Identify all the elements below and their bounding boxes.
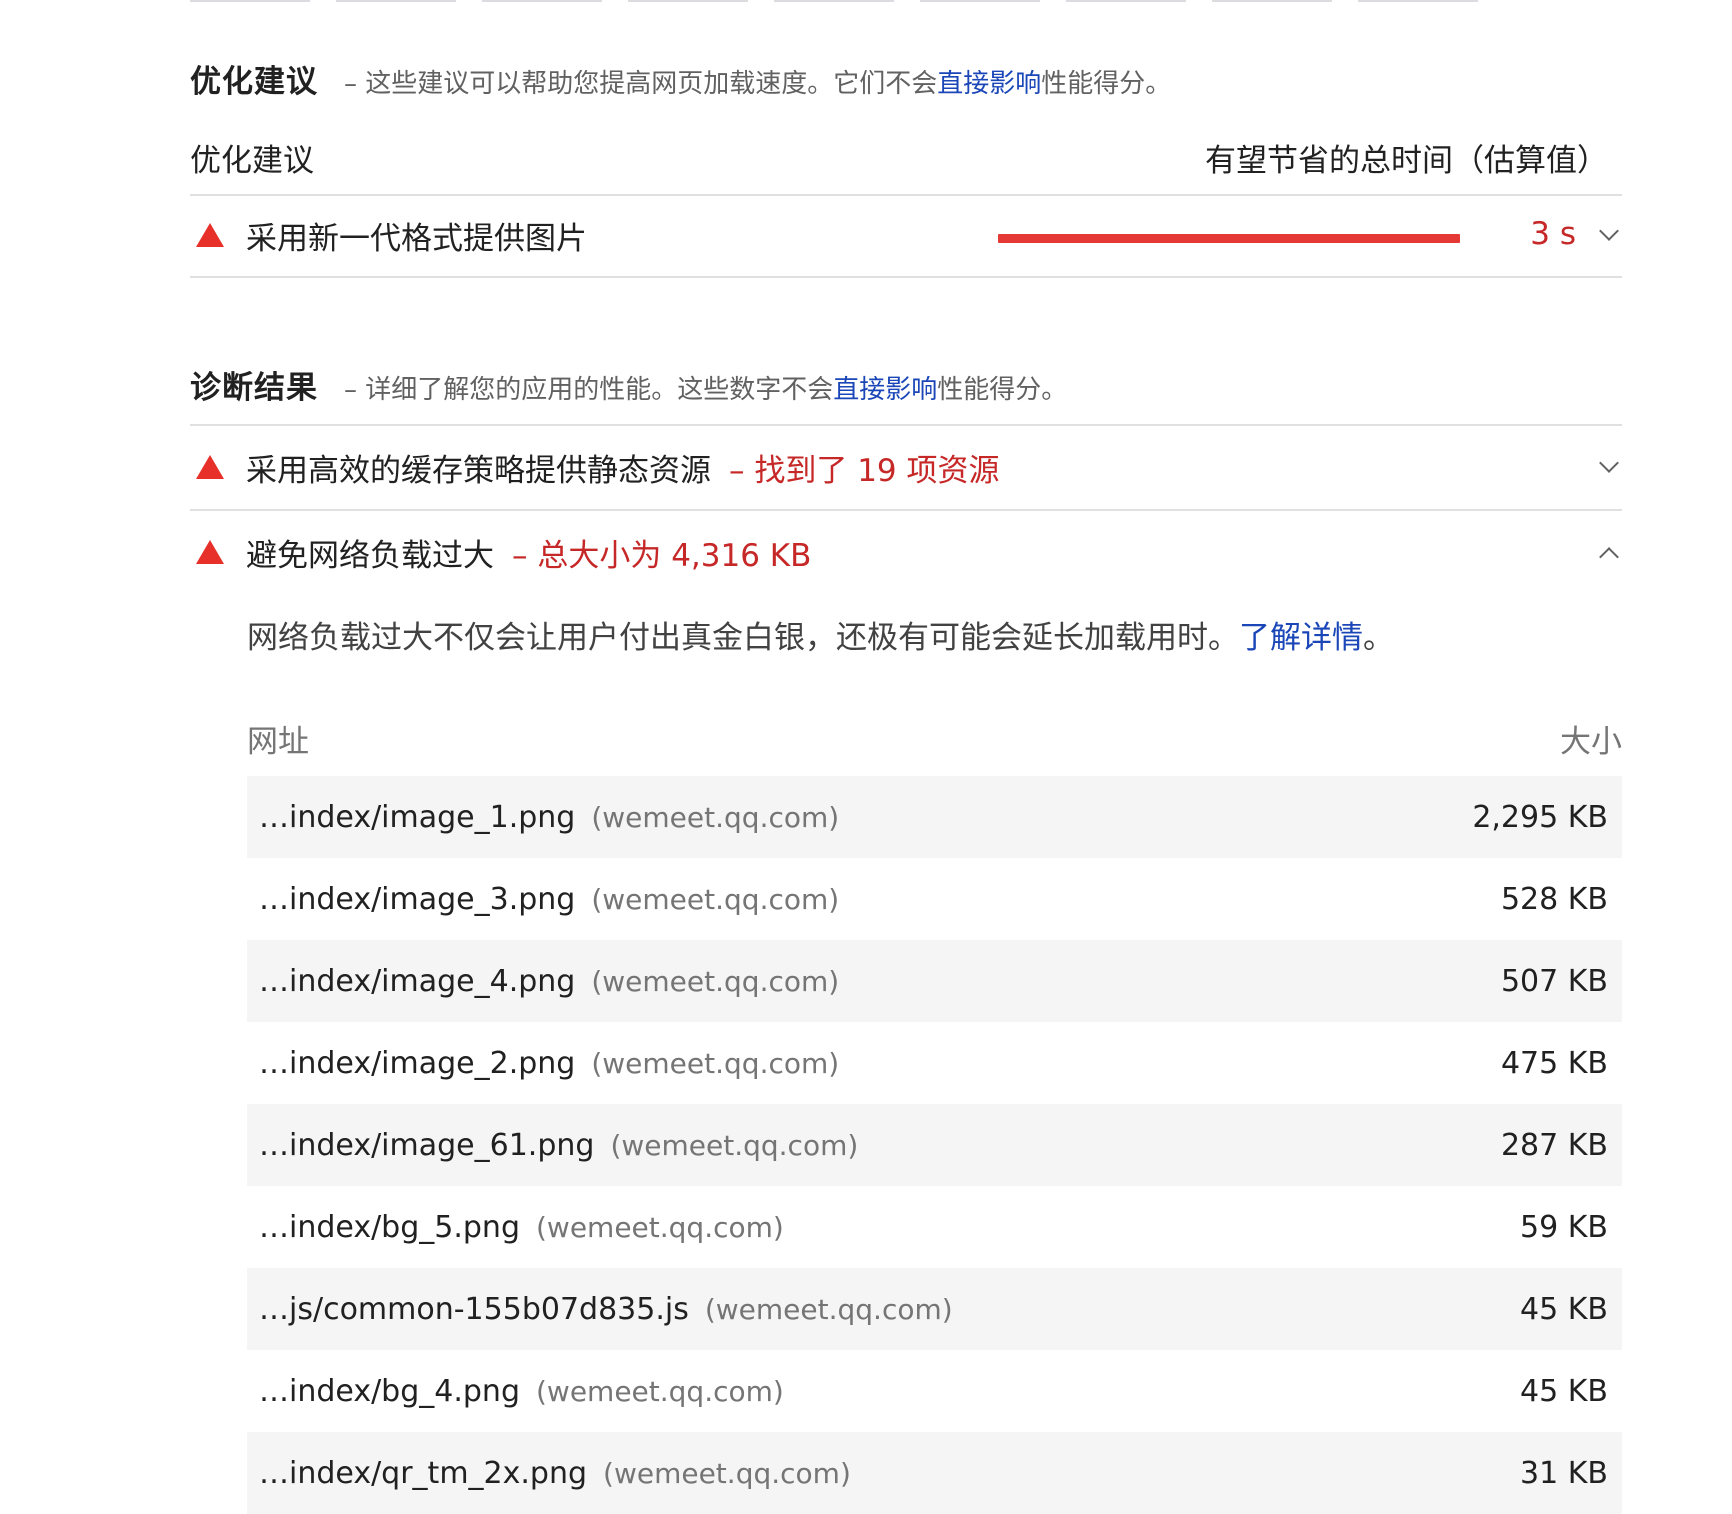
metric-tab[interactable] bbox=[1212, 0, 1332, 2]
audit-description-suffix: 。 bbox=[1363, 620, 1394, 656]
resource-size: 45 KB bbox=[1520, 1373, 1608, 1409]
size-column-header: 大小 bbox=[1560, 724, 1622, 760]
audit-display-value: – 找到了 19 项资源 bbox=[729, 452, 1000, 489]
resource-url[interactable]: …index/bg_4.png bbox=[259, 1374, 520, 1409]
warning-triangle-icon bbox=[196, 455, 224, 479]
table-row: …index/bg_4.png (wemeet.qq.com) 45 KB bbox=[247, 1350, 1622, 1432]
resource-table: …index/image_1.png (wemeet.qq.com) 2,295 … bbox=[247, 776, 1622, 1514]
opportunities-title: 优化建议 bbox=[190, 64, 318, 100]
resource-size: 287 KB bbox=[1500, 1127, 1608, 1163]
divider bbox=[190, 424, 1622, 426]
diagnostics-description: – 详细了解您的应用的性能。这些数字不会直接影响性能得分。 bbox=[344, 369, 1067, 406]
resource-url[interactable]: …index/image_1.png bbox=[259, 800, 575, 835]
table-row: …index/image_4.png (wemeet.qq.com) 507 KB bbox=[247, 940, 1622, 1022]
audit-row-next-gen-images[interactable]: 采用新一代格式提供图片 3 s bbox=[190, 195, 1622, 275]
table-row: …index/image_3.png (wemeet.qq.com) 528 KB bbox=[247, 858, 1622, 940]
metric-tab[interactable] bbox=[1358, 0, 1478, 2]
resource-url[interactable]: …index/bg_5.png bbox=[259, 1210, 520, 1245]
divider bbox=[190, 509, 1622, 511]
table-row: …index/image_1.png (wemeet.qq.com) 2,295 … bbox=[247, 776, 1622, 858]
chevron-down-icon[interactable] bbox=[1599, 453, 1619, 473]
resource-host: (wemeet.qq.com) bbox=[603, 1456, 851, 1490]
resource-url[interactable]: …index/image_61.png bbox=[259, 1128, 594, 1163]
audit-title: 采用高效的缓存策略提供静态资源 bbox=[246, 452, 711, 489]
resource-size: 475 KB bbox=[1500, 1045, 1608, 1081]
savings-bar bbox=[998, 234, 1460, 243]
table-row: …js/common-155b07d835.js (wemeet.qq.com) … bbox=[247, 1268, 1622, 1350]
table-row: …index/image_61.png (wemeet.qq.com) 287 K… bbox=[247, 1104, 1622, 1186]
resource-url[interactable]: …index/image_3.png bbox=[259, 882, 575, 917]
diagnostics-desc-prefix: – 详细了解您的应用的性能。这些数字不会 bbox=[344, 375, 834, 405]
opportunity-column-label: 优化建议 bbox=[190, 143, 314, 179]
warning-triangle-icon bbox=[196, 540, 224, 564]
resource-host: (wemeet.qq.com) bbox=[591, 800, 840, 834]
metric-tab-strip bbox=[190, 0, 1622, 3]
audit-row-network-payload[interactable]: 避免网络负载过大 – 总大小为 4,316 KB bbox=[190, 512, 1622, 592]
resource-url[interactable]: …js/common-155b07d835.js bbox=[259, 1292, 689, 1327]
diagnostics-desc-suffix: 性能得分。 bbox=[937, 375, 1068, 405]
opportunities-description: – 这些建议可以帮助您提高网页加载速度。它们不会直接影响性能得分。 bbox=[344, 63, 1171, 100]
learn-more-link[interactable]: 了解详情 bbox=[1239, 620, 1363, 656]
metric-tab[interactable] bbox=[920, 0, 1040, 2]
resource-host: (wemeet.qq.com) bbox=[704, 1292, 953, 1326]
score-impact-link[interactable]: 直接影响 bbox=[833, 375, 937, 405]
savings-value: 3 s bbox=[1530, 216, 1576, 252]
table-row: …index/qr_tm_2x.png (wemeet.qq.com) 31 KB bbox=[247, 1432, 1622, 1514]
resource-host: (wemeet.qq.com) bbox=[536, 1374, 784, 1408]
score-impact-link[interactable]: 直接影响 bbox=[937, 69, 1041, 99]
metric-tab[interactable] bbox=[774, 0, 894, 2]
metric-tab[interactable] bbox=[1066, 0, 1186, 2]
resource-host: (wemeet.qq.com) bbox=[591, 1046, 840, 1080]
audit-description-text: 网络负载过大不仅会让用户付出真金白银，还极有可能会延长加载用时。 bbox=[247, 620, 1239, 656]
audit-title: 采用新一代格式提供图片 bbox=[246, 220, 587, 257]
resource-url[interactable]: …index/image_4.png bbox=[259, 964, 575, 999]
chevron-up-icon[interactable] bbox=[1599, 547, 1619, 567]
resource-size: 2,295 KB bbox=[1472, 799, 1608, 835]
resource-size: 45 KB bbox=[1520, 1291, 1608, 1327]
resource-host: (wemeet.qq.com) bbox=[610, 1128, 859, 1162]
resource-host: (wemeet.qq.com) bbox=[536, 1210, 784, 1244]
metric-tab[interactable] bbox=[482, 0, 602, 2]
metric-tab[interactable] bbox=[628, 0, 748, 2]
table-row: …index/image_2.png (wemeet.qq.com) 475 KB bbox=[247, 1022, 1622, 1104]
chevron-down-icon[interactable] bbox=[1599, 221, 1619, 241]
url-column-header: 网址 bbox=[247, 724, 309, 760]
metric-tab[interactable] bbox=[336, 0, 456, 2]
audit-description: 网络负载过大不仅会让用户付出真金白银，还极有可能会延长加载用时。了解详情。 bbox=[247, 612, 1394, 657]
estimated-savings-column-label: 有望节省的总时间（估算值） bbox=[1205, 143, 1608, 179]
resource-url[interactable]: …index/qr_tm_2x.png bbox=[259, 1456, 587, 1491]
opportunities-desc-prefix: – 这些建议可以帮助您提高网页加载速度。它们不会 bbox=[344, 69, 938, 99]
audit-display-value: – 总大小为 4,316 KB bbox=[512, 537, 812, 574]
opportunities-column-header: 优化建议 有望节省的总时间（估算值） bbox=[190, 135, 1622, 180]
resource-table-header: 网址 大小 bbox=[247, 716, 1622, 761]
resource-size: 59 KB bbox=[1520, 1209, 1608, 1245]
audit-title: 避免网络负载过大 bbox=[246, 537, 494, 574]
divider bbox=[190, 276, 1622, 278]
table-row: …index/bg_5.png (wemeet.qq.com) 59 KB bbox=[247, 1186, 1622, 1268]
resource-url[interactable]: …index/image_2.png bbox=[259, 1046, 575, 1081]
resource-size: 507 KB bbox=[1500, 963, 1608, 999]
resource-size: 31 KB bbox=[1520, 1455, 1608, 1491]
metric-tab[interactable] bbox=[190, 0, 310, 2]
resource-host: (wemeet.qq.com) bbox=[591, 964, 840, 998]
resource-size: 528 KB bbox=[1500, 881, 1608, 917]
diagnostics-header: 诊断结果 – 详细了解您的应用的性能。这些数字不会直接影响性能得分。 bbox=[190, 362, 1067, 407]
audit-row-cache-policy[interactable]: 采用高效的缓存策略提供静态资源 – 找到了 19 项资源 bbox=[190, 427, 1622, 507]
warning-triangle-icon bbox=[196, 223, 224, 247]
opportunities-desc-suffix: 性能得分。 bbox=[1041, 69, 1172, 99]
diagnostics-title: 诊断结果 bbox=[190, 370, 318, 406]
resource-host: (wemeet.qq.com) bbox=[591, 882, 840, 916]
opportunities-header: 优化建议 – 这些建议可以帮助您提高网页加载速度。它们不会直接影响性能得分。 bbox=[190, 56, 1171, 101]
